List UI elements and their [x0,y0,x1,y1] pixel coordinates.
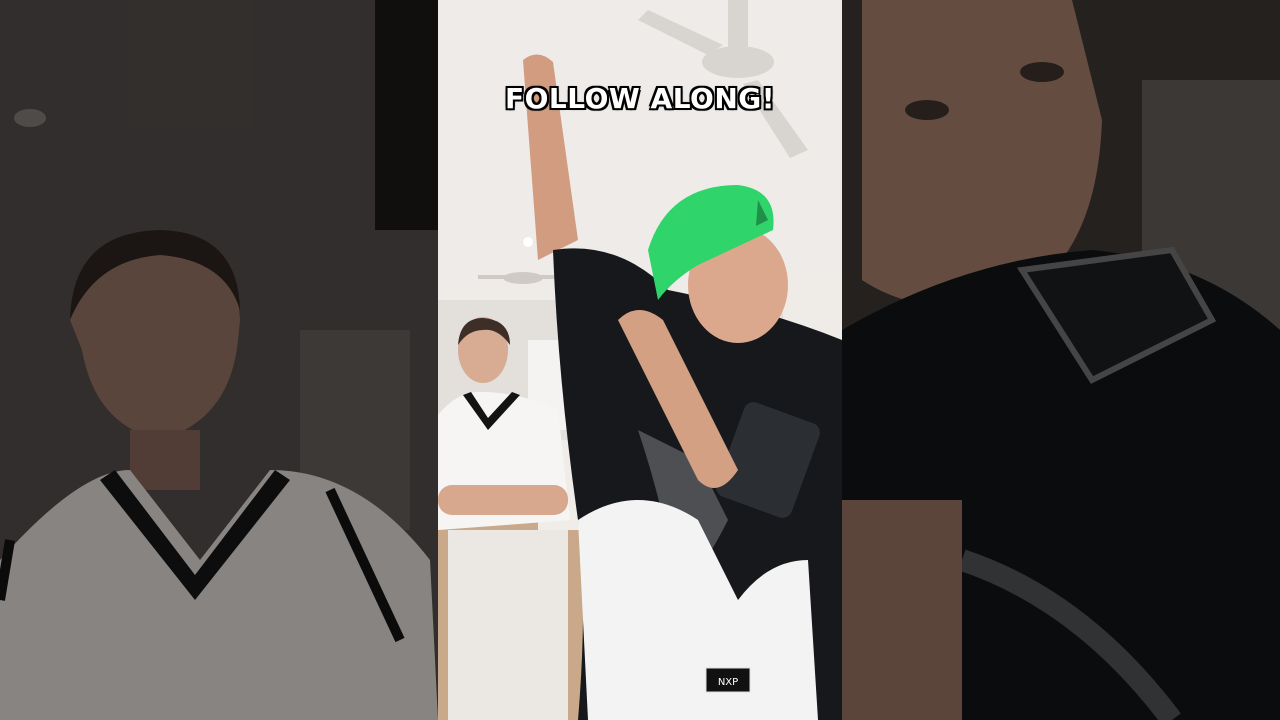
video-caption: FOLLOW ALONG! [504,82,776,115]
dim-overlay-left [0,0,438,720]
video-frame[interactable]: NXP FOLLOW ALONG! [438,0,842,720]
jersey-tag: NXP [718,677,738,688]
dim-overlay-right [842,0,1280,720]
blurred-background-right [842,0,1280,720]
blurred-background-left [0,0,438,720]
